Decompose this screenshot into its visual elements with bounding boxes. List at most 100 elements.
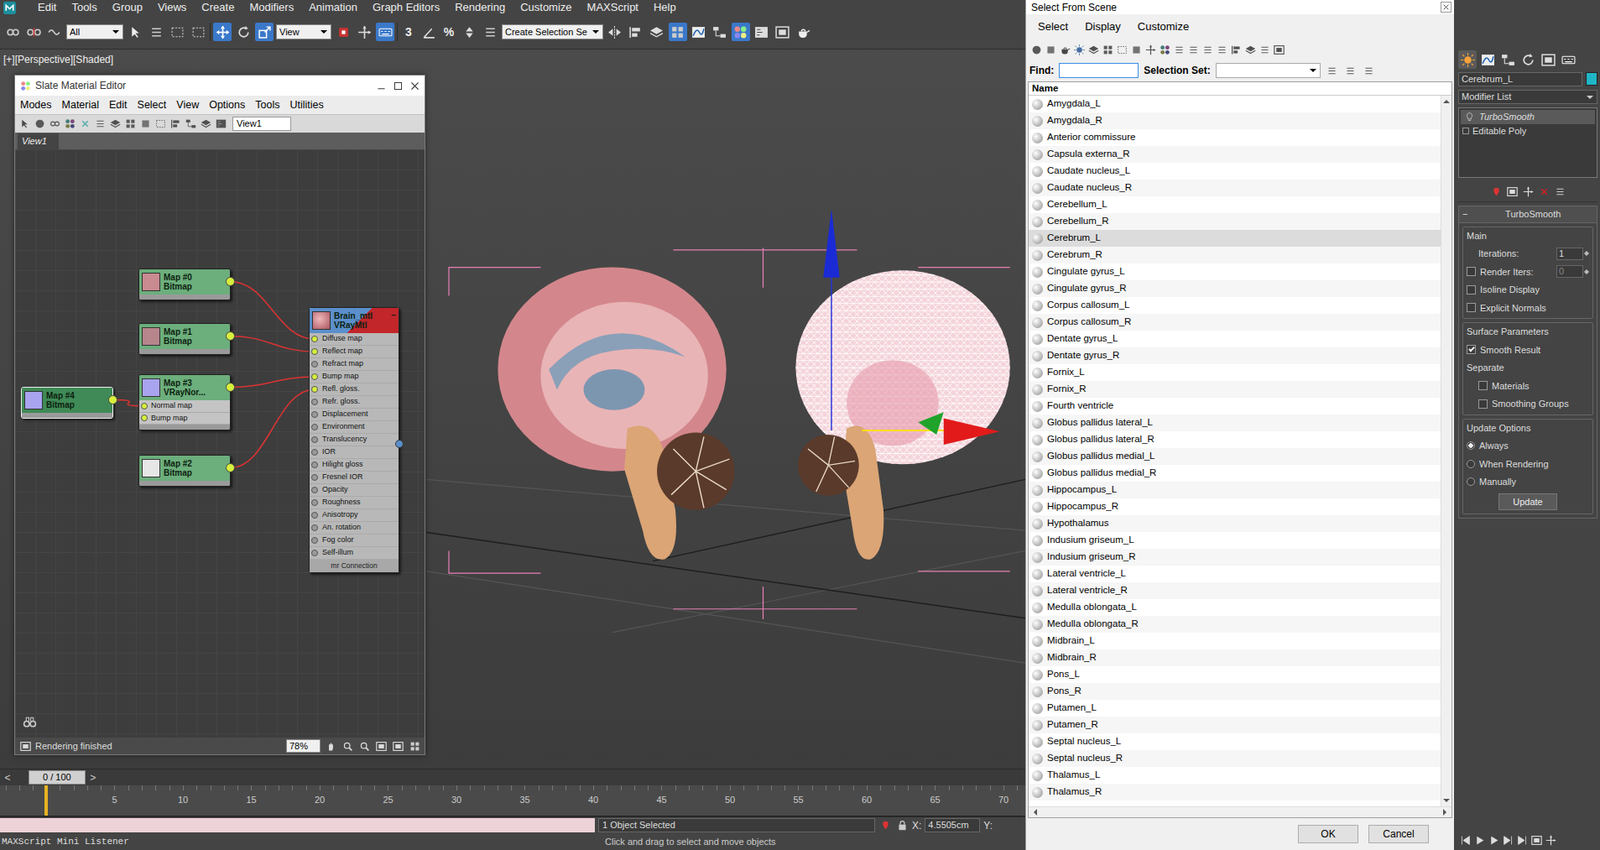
node-slot[interactable]: Bump map <box>139 412 230 426</box>
menu-item[interactable]: Customize <box>1129 18 1198 36</box>
node-canvas[interactable]: Map #0BitmapMap #1BitmapMap #3VRayNor...… <box>15 149 425 738</box>
menu-item[interactable]: Modifiers <box>241 0 302 16</box>
layers-icon[interactable] <box>198 117 213 131</box>
x-coordinate-field[interactable]: 4.5505cm <box>924 818 980 833</box>
chain-icon[interactable] <box>47 117 62 131</box>
menu-item[interactable]: Edit <box>104 97 133 114</box>
object-row[interactable]: Globus pallidus lateral_R <box>1028 431 1441 449</box>
frame-icon[interactable] <box>374 739 388 753</box>
next-playback-icon[interactable] <box>1500 833 1515 847</box>
object-row[interactable]: Anterior commissure <box>1028 129 1441 146</box>
radio-row[interactable]: Manually <box>1466 474 1590 490</box>
material-slot[interactable]: Opacity <box>309 484 399 497</box>
slot-input[interactable] <box>140 402 148 410</box>
collapse-button[interactable]: − <box>390 310 397 320</box>
slot-input[interactable] <box>311 436 318 443</box>
align-icon[interactable] <box>626 22 646 42</box>
selection-filter-dropdown[interactable]: All <box>66 24 124 41</box>
next-playback-icon[interactable] <box>1515 833 1529 847</box>
sphere-filter-icon[interactable] <box>1029 42 1043 57</box>
wire[interactable] <box>230 281 316 340</box>
checkbox[interactable] <box>1466 285 1476 295</box>
material-editor-app-icon[interactable] <box>18 78 32 93</box>
wire[interactable] <box>230 389 316 469</box>
map-node[interactable]: Map #4Bitmap <box>20 386 114 419</box>
option-row[interactable]: Smoothing Groups <box>1466 396 1590 412</box>
viewport-label[interactable]: [+][Perspective][Shaded] <box>3 52 114 68</box>
menu-item[interactable]: Help <box>646 0 684 16</box>
object-row[interactable]: Caudate nucleus_R <box>1028 179 1441 197</box>
view-tab[interactable]: View1 <box>17 133 59 151</box>
box-filter-icon[interactable] <box>1129 42 1143 57</box>
object-row[interactable]: Cerebellum_R <box>1028 213 1441 230</box>
material-output-port[interactable] <box>395 439 404 449</box>
slot-input[interactable] <box>311 398 318 406</box>
teapot-filter-icon[interactable] <box>1057 42 1072 57</box>
list-filter-icon[interactable] <box>1200 42 1215 57</box>
output-port[interactable] <box>225 276 235 287</box>
link-icon[interactable] <box>3 22 22 42</box>
map-node[interactable]: Map #1Bitmap <box>138 323 231 355</box>
material-slot[interactable]: Roughness <box>309 496 399 510</box>
object-row[interactable]: Putamen_L <box>1028 699 1441 717</box>
vertical-scrollbar[interactable] <box>1440 95 1452 807</box>
align-icon[interactable] <box>168 117 183 131</box>
rotate-icon[interactable] <box>234 22 253 42</box>
maxscript-listener[interactable]: MAXScript Mini Listener <box>0 834 595 850</box>
zoom-icon[interactable] <box>340 739 355 753</box>
menu-item[interactable]: Animation <box>301 0 365 16</box>
cross-stack-icon[interactable] <box>1521 184 1535 199</box>
material-slot[interactable]: Reflect map <box>309 345 399 359</box>
object-row[interactable]: Cerebrum_L <box>1028 229 1441 247</box>
pivot-center-icon[interactable] <box>333 22 353 42</box>
object-row[interactable]: Thalamus_R <box>1028 783 1441 801</box>
search-binoculars-icon[interactable] <box>20 712 39 731</box>
mirror-icon[interactable] <box>605 22 625 42</box>
rollout-header[interactable]: −TurboSmooth <box>1459 206 1597 224</box>
checkbox[interactable] <box>1466 266 1476 277</box>
menu-item[interactable]: Material <box>57 97 105 114</box>
object-row[interactable]: Septal nucleus_L <box>1028 733 1441 751</box>
time-ruler[interactable]: 510152025303540455055606570 <box>0 785 1026 817</box>
radio-button[interactable] <box>1466 459 1475 469</box>
percent-snap-button[interactable]: % <box>440 22 458 42</box>
render-teapot-icon[interactable] <box>794 22 814 42</box>
box-icon[interactable] <box>138 117 152 131</box>
spinner[interactable]: 0 <box>1556 265 1590 278</box>
layers-icon[interactable] <box>108 117 122 131</box>
list-filter-icon[interactable] <box>1172 42 1186 57</box>
named-selection-set-dropdown[interactable]: Create Selection Se <box>501 24 604 41</box>
stack-item[interactable]: TurboSmooth <box>1460 109 1595 125</box>
option-row[interactable]: Smooth Result <box>1466 343 1590 358</box>
spinner-snap-icon[interactable] <box>459 22 479 42</box>
wire[interactable] <box>230 376 316 388</box>
object-row[interactable]: Globus pallidus medial_R <box>1028 464 1441 482</box>
slot-input[interactable] <box>311 511 318 519</box>
zoom-icon[interactable] <box>357 739 371 753</box>
view-name-field[interactable]: View1 <box>232 116 292 131</box>
rollout-toggle[interactable]: − <box>1462 207 1468 222</box>
selection-set-dropdown[interactable] <box>1215 62 1321 79</box>
menu-item[interactable]: Select <box>1029 18 1077 36</box>
checkbox[interactable] <box>1478 399 1488 409</box>
prev-playback-icon[interactable] <box>1458 833 1472 847</box>
material-node[interactable]: Brain_mtlVRayMtl−Diffuse mapReflect mapR… <box>308 307 400 574</box>
menu-item[interactable]: Rendering <box>447 0 513 16</box>
material-slot[interactable]: Fresnel IOR <box>309 471 399 485</box>
window-crossing-icon[interactable] <box>188 22 208 42</box>
schem-icon[interactable] <box>183 117 198 131</box>
checkbox[interactable] <box>1478 380 1488 391</box>
material-slot[interactable]: Anisotropy <box>309 509 399 522</box>
object-row[interactable]: Indusium griseum_L <box>1028 531 1441 549</box>
material-slot[interactable]: Refr. gloss. <box>309 396 399 409</box>
map-node[interactable]: Map #0Bitmap <box>138 268 231 301</box>
material-slot[interactable]: Fog color <box>309 534 399 548</box>
arrow-icon[interactable] <box>17 117 32 131</box>
rect-filter-icon[interactable] <box>1115 42 1129 57</box>
bind-space-warp-icon[interactable] <box>45 22 64 42</box>
material-slot[interactable]: Displacement <box>309 408 399 422</box>
utilities-tab-icon[interactable] <box>1558 50 1578 69</box>
slot-input[interactable] <box>311 524 318 532</box>
slot-input[interactable] <box>311 373 318 381</box>
horizontal-scrollbar[interactable] <box>1028 806 1452 818</box>
